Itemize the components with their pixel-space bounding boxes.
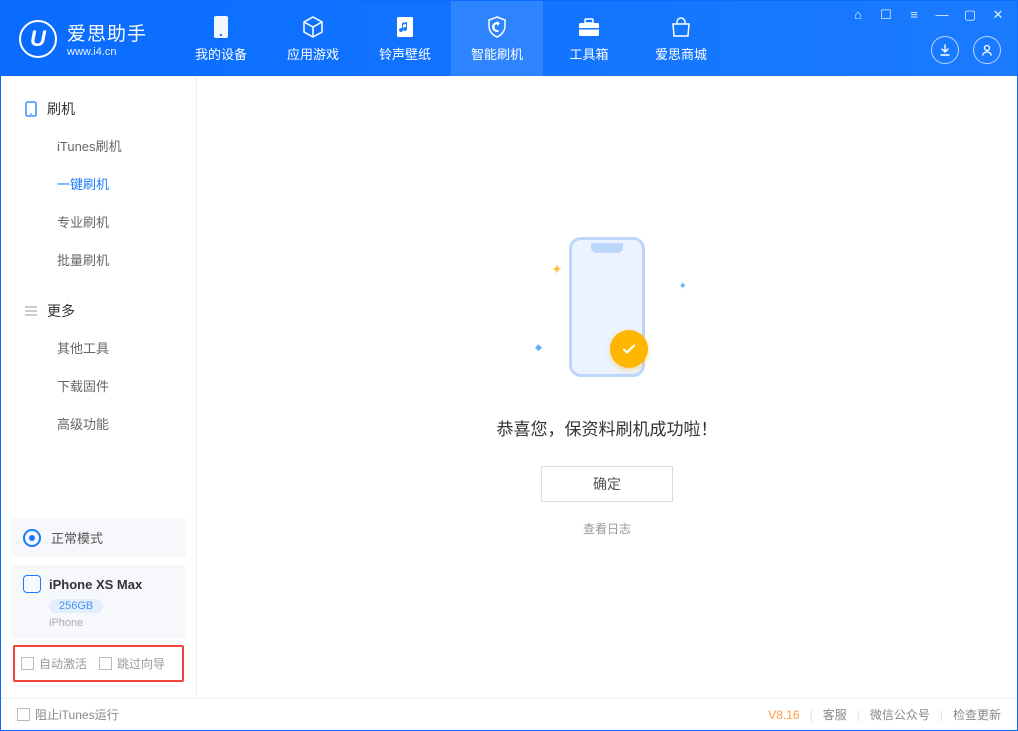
status-dot-icon <box>23 529 41 547</box>
header-right-actions <box>931 36 1001 64</box>
phone-illustration <box>569 237 645 377</box>
sidebar: 刷机 iTunes刷机 一键刷机 专业刷机 批量刷机 更多 其他工具 下载固件 … <box>1 76 197 698</box>
logo-icon: U <box>19 20 57 58</box>
phone-icon <box>23 101 39 117</box>
shirt-icon[interactable]: ⌂ <box>849 7 867 23</box>
nav-tab-device[interactable]: 我的设备 <box>175 1 267 76</box>
version-label: V8.16 <box>768 708 799 722</box>
app-title: 爱思助手 <box>67 19 147 46</box>
main-content: ✦ ✦ ◆ 恭喜您，保资料刷机成功啦！ 确定 查看日志 <box>197 76 1017 698</box>
sparkle-icon: ◆ <box>535 342 542 353</box>
auto-activate-checkbox[interactable]: 自动激活 <box>21 655 87 672</box>
app-logo: U 爱思助手 www.i4.cn <box>1 19 165 58</box>
nav-tab-ringtone[interactable]: 铃声壁纸 <box>359 1 451 76</box>
status-bar: 阻止iTunes运行 V8.16 | 客服 | 微信公众号 | 检查更新 <box>1 698 1017 730</box>
close-button[interactable]: ✕ <box>989 7 1007 23</box>
device-name: iPhone XS Max <box>49 577 142 592</box>
sidebar-section-flash: 刷机 <box>1 92 196 126</box>
minimize-button[interactable]: — <box>933 7 951 23</box>
maximize-button[interactable]: ▢ <box>961 7 979 23</box>
app-header: U 爱思助手 www.i4.cn 我的设备 应用游戏 铃声壁纸 智能刷机 工具箱 <box>1 1 1017 76</box>
menu-icon[interactable]: ≡ <box>905 7 923 23</box>
nav-tab-tools[interactable]: 工具箱 <box>543 1 635 76</box>
view-log-link[interactable]: 查看日志 <box>583 520 631 537</box>
success-message: 恭喜您，保资料刷机成功啦！ <box>497 415 718 440</box>
download-button[interactable] <box>931 36 959 64</box>
cube-icon <box>300 14 326 40</box>
sidebar-item-batch-flash[interactable]: 批量刷机 <box>1 240 196 278</box>
nav-tab-store[interactable]: 爱思商城 <box>635 1 727 76</box>
window-title-controls: ⌂ ☐ ≡ — ▢ ✕ <box>849 7 1007 23</box>
nav-tab-apps[interactable]: 应用游戏 <box>267 1 359 76</box>
sidebar-item-pro-flash[interactable]: 专业刷机 <box>1 202 196 240</box>
user-icon <box>980 43 994 57</box>
skip-guide-checkbox[interactable]: 跳过向导 <box>99 655 165 672</box>
device-icon <box>208 14 234 40</box>
sidebar-item-oneclick-flash[interactable]: 一键刷机 <box>1 164 196 202</box>
sidebar-item-other-tools[interactable]: 其他工具 <box>1 328 196 366</box>
device-capacity-badge: 256GB <box>49 599 103 613</box>
checkbox-icon <box>17 708 30 721</box>
block-itunes-checkbox[interactable]: 阻止iTunes运行 <box>17 706 119 723</box>
sidebar-item-advanced[interactable]: 高级功能 <box>1 404 196 442</box>
device-card[interactable]: iPhone XS Max 256GB iPhone <box>11 565 186 639</box>
device-phone-icon <box>23 575 41 593</box>
lock-icon[interactable]: ☐ <box>877 7 895 23</box>
ok-button[interactable]: 确定 <box>541 466 673 502</box>
sidebar-item-download-firmware[interactable]: 下载固件 <box>1 366 196 404</box>
download-icon <box>938 43 952 57</box>
flash-options-highlight: 自动激活 跳过向导 <box>13 645 184 682</box>
footer-link-update[interactable]: 检查更新 <box>953 706 1001 723</box>
device-type: iPhone <box>49 617 174 629</box>
check-badge-icon <box>610 330 648 368</box>
device-mode-card[interactable]: 正常模式 <box>11 518 186 557</box>
user-button[interactable] <box>973 36 1001 64</box>
nav-tab-flash[interactable]: 智能刷机 <box>451 1 543 76</box>
footer-link-wechat[interactable]: 微信公众号 <box>870 706 930 723</box>
store-icon <box>668 14 694 40</box>
sparkle-icon: ✦ <box>679 281 687 292</box>
sparkle-icon: ✦ <box>551 261 563 278</box>
footer-link-support[interactable]: 客服 <box>823 706 847 723</box>
shield-icon <box>484 14 510 40</box>
checkbox-icon <box>99 657 112 670</box>
list-icon <box>23 303 39 319</box>
toolbox-icon <box>576 14 602 40</box>
app-subtitle: www.i4.cn <box>67 46 147 58</box>
sidebar-item-itunes-flash[interactable]: iTunes刷机 <box>1 126 196 164</box>
music-icon <box>392 14 418 40</box>
sidebar-section-more: 更多 <box>1 294 196 328</box>
checkbox-icon <box>21 657 34 670</box>
nav-tabs: 我的设备 应用游戏 铃声壁纸 智能刷机 工具箱 爱思商城 <box>175 1 727 76</box>
success-illustration: ✦ ✦ ◆ <box>547 237 667 387</box>
device-mode-label: 正常模式 <box>51 528 103 547</box>
